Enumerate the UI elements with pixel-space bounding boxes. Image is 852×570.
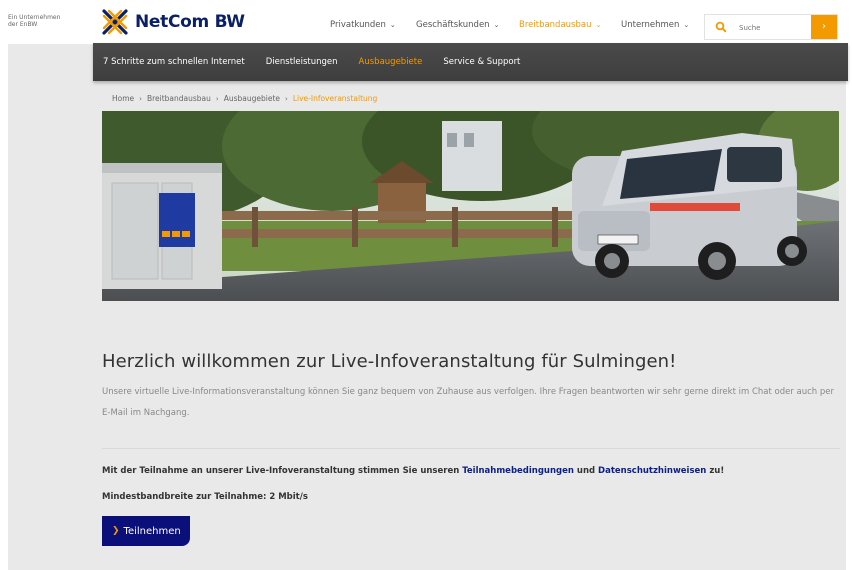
subnav-item-7-schritte[interactable]: 7 Schritte zum schnellen Internet [103,57,245,67]
search-input[interactable] [739,20,809,35]
breadcrumb-home[interactable]: Home [112,94,134,103]
parent-company-line-1: Ein Unternehmen [8,14,61,21]
chevron-down-icon: ⌄ [683,21,690,29]
chevron-right-icon: › [215,94,219,103]
chevron-down-icon: ⌄ [389,21,396,29]
nav-breitbandausbau[interactable]: Breitbandausbau ⌄ [519,20,601,30]
subnav-item-ausbaugebiete[interactable]: Ausbaugebiete [359,57,423,67]
nav-label: Breitbandausbau [519,20,592,30]
search-box: › [704,14,838,40]
nav-unternehmen[interactable]: Unternehmen ⌄ [621,20,689,30]
chevron-right-icon: › [822,21,826,32]
consent-text-end: zu! [706,466,725,476]
subnav-item-dienstleistungen[interactable]: Dienstleistungen [266,57,338,67]
nav-geschaeftskunden[interactable]: Geschäftskunden ⌄ [416,20,499,30]
nav-label: Unternehmen [621,20,680,30]
site-header: Ein Unternehmen der EnBW NetCom BW Priva… [0,0,852,44]
chevron-down-icon: ⌄ [493,21,500,29]
subnav-item-service-support[interactable]: Service & Support [443,57,520,67]
search-icon[interactable] [715,21,727,33]
divider [102,448,840,449]
consent-text-start: Mit der Teilnahme an unserer Live-Infove… [102,466,463,476]
nav-label: Privatkunden [330,20,386,30]
page-title: Herzlich willkommen zur Live-Infoveranst… [102,351,677,372]
participate-button[interactable]: ❯ Teilnehmen [102,516,190,546]
logo-text: NetCom BW [135,12,245,32]
parent-company-line-2: der EnBW [8,21,38,28]
consent-text-middle: und [573,466,599,476]
breadcrumb-ausbaugebiete[interactable]: Ausbaugebiete [224,94,280,103]
nav-label: Geschäftskunden [416,20,490,30]
netcom-logo[interactable]: NetCom BW [100,8,245,36]
breadcrumb-current: Live-Infoveranstaltung [292,94,378,103]
consent-text: Mit der Teilnahme an unserer Live-Infove… [102,466,724,476]
breadcrumb: Home › Breitbandausbau › Ausbaugebiete ›… [112,94,377,103]
chevron-right-icon: ❯ [112,526,120,536]
terms-link[interactable]: Teilnahmebedingungen [462,466,574,476]
participate-button-label: Teilnehmen [123,525,181,537]
search-submit-button[interactable]: › [811,15,837,39]
intro-text: Unsere virtuelle Live-Informationsverans… [102,387,835,418]
nav-privatkunden[interactable]: Privatkunden ⌄ [330,20,396,30]
logo-mark-icon [102,9,128,35]
chevron-right-icon: › [285,94,288,103]
chevron-down-icon: ⌄ [595,21,602,29]
sub-navigation: 7 Schritte zum schnellen Internet Dienst… [93,43,848,81]
hero-image [102,111,839,301]
privacy-link[interactable]: Datenschutzhinweisen [598,466,706,476]
parent-company-note: Ein Unternehmen der EnBW [8,14,60,28]
minimum-bandwidth-note: Mindestbandbreite zur Teilnahme: 2 Mbit/… [102,492,308,502]
breadcrumb-breitbandausbau[interactable]: Breitbandausbau [147,94,211,103]
chevron-right-icon: › [139,94,142,103]
